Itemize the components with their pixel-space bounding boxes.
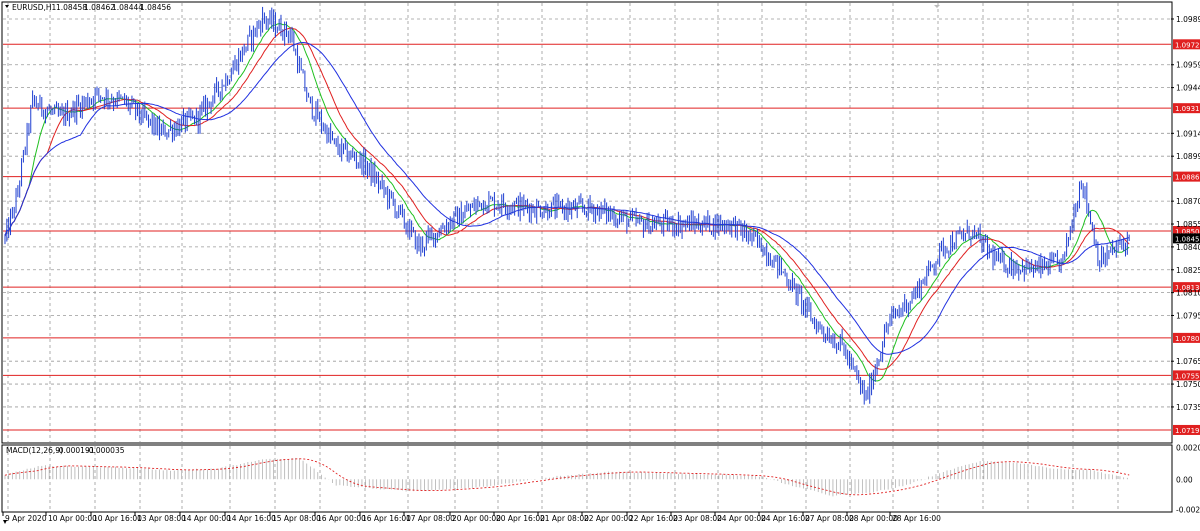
symbol-name: EURUSD,H1: [12, 3, 56, 12]
macd-tick-label: -0.002008: [1176, 506, 1200, 515]
symbol-close: 1.08456: [140, 3, 171, 12]
macd-signal-value: -0.000035: [86, 446, 125, 455]
level-price-label: 1.09310: [1175, 105, 1200, 113]
time-tick-label: 28 Apr 00:00: [849, 514, 898, 523]
time-tick-label: 13 Apr 08:00: [137, 514, 186, 523]
macd-tick-label: 0.002086: [1176, 444, 1200, 453]
level-price-label: 1.07803: [1175, 335, 1200, 343]
chart-window[interactable]: 1.097291.093101.088611.085041.081361.078…: [0, 0, 1200, 527]
symbol-open: 1.08458: [56, 3, 87, 12]
level-price-label: 1.08861: [1175, 174, 1200, 182]
price-tick-label: 1.08400: [1176, 243, 1200, 252]
macd-header: MACD(12,26,9) -0.000191 -0.000035: [6, 446, 125, 455]
price-tick-label: 1.08250: [1176, 266, 1200, 275]
symbol-header: EURUSD,H1 1.08458 1.08462 1.08444 1.0845…: [5, 3, 171, 12]
time-tick-label: 17 Apr 08:00: [406, 514, 455, 523]
time-tick-label: 9 Apr 2020: [5, 514, 47, 523]
level-price-label: 1.09729: [1175, 41, 1200, 49]
time-tick-label: 16 Apr 00:00: [317, 514, 366, 523]
macd-name: MACD(12,26,9): [6, 446, 63, 455]
price-tick-label: 1.08550: [1176, 220, 1200, 229]
symbol-high: 1.08462: [84, 3, 115, 12]
price-tick-label: 1.07650: [1176, 357, 1200, 366]
symbol-low: 1.08444: [112, 3, 143, 12]
price-tick-label: 1.09445: [1176, 84, 1200, 93]
chart-background: [0, 0, 1200, 527]
price-tick-label: 1.09145: [1176, 129, 1200, 138]
time-tick-label: 15 Apr 08:00: [272, 514, 321, 523]
time-tick-label: 22 Apr 00:00: [584, 514, 633, 523]
chart-canvas[interactable]: 1.097291.093101.088611.085041.081361.078…: [0, 0, 1200, 527]
level-price-label: 1.07199: [1175, 427, 1200, 435]
price-tick-label: 1.07500: [1176, 380, 1200, 389]
time-tick-label: 10 Apr 00:00: [48, 514, 97, 523]
price-tick-label: 1.09595: [1176, 61, 1200, 70]
time-tick-label: 28 Apr 16:00: [892, 514, 941, 523]
price-tick-label: 1.08995: [1176, 152, 1200, 161]
price-tick-label: 1.08100: [1176, 289, 1200, 298]
time-tick-label: 14 Apr 16:00: [227, 514, 276, 523]
price-tick-label: 1.09895: [1176, 15, 1200, 24]
macd-tick-label: 0.00: [1176, 475, 1193, 484]
price-tick-label: 1.07950: [1176, 311, 1200, 320]
time-tick-label: 14 Apr 00:00: [182, 514, 231, 523]
price-tick-label: 1.07350: [1176, 403, 1200, 412]
price-tick-label: 1.08700: [1176, 197, 1200, 206]
